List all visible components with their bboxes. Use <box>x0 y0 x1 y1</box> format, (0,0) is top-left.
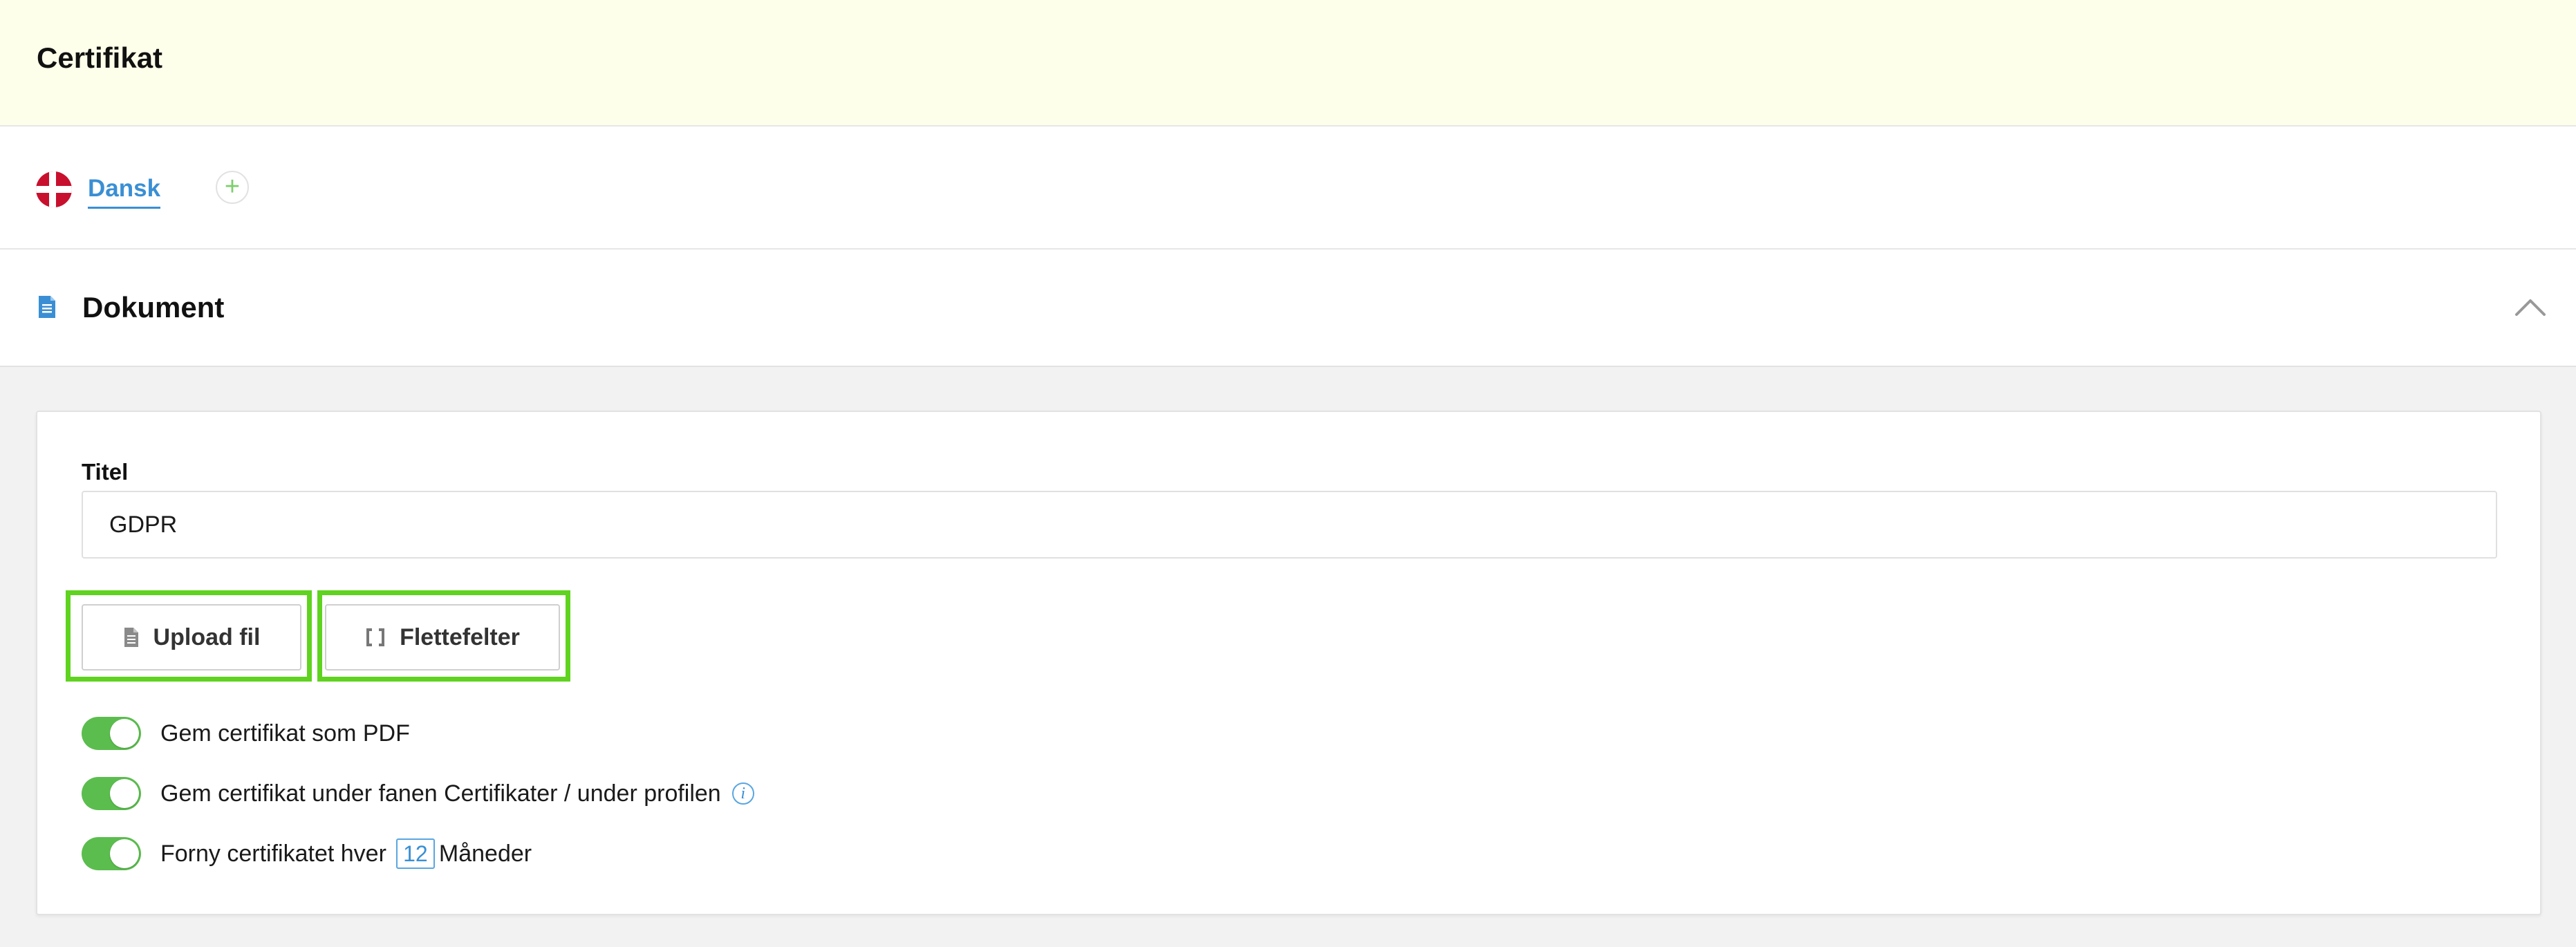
upload-file-label: Upload fil <box>153 623 261 650</box>
toggle-row-renew: Forny certifikatet hver Måneder <box>82 836 532 871</box>
renew-months-suffix: Måneder <box>438 840 532 867</box>
title-label: Titel <box>82 459 129 485</box>
document-section-title: Dokument <box>82 291 225 324</box>
merge-fields-label: Flettefelter <box>400 623 520 650</box>
page-header: Certifikat <box>0 0 2576 126</box>
toggle-row-save-pdf: Gem certifikat som PDF <box>82 716 410 751</box>
renew-label: Forny certifikatet hver <box>160 840 386 867</box>
upload-file-button[interactable]: Upload fil <box>82 604 301 671</box>
save-under-tab-label: Gem certifikat under fanen Certifikater … <box>160 780 721 807</box>
language-bar: Dansk + <box>0 126 2576 250</box>
save-under-tab-toggle[interactable] <box>82 777 141 810</box>
renew-toggle[interactable] <box>82 837 141 870</box>
language-tab-dansk[interactable]: Dansk <box>88 175 161 209</box>
page-title: Certifikat <box>37 41 163 74</box>
document-icon <box>39 296 55 318</box>
brackets-icon <box>366 628 385 646</box>
add-language-button[interactable]: + <box>216 171 249 204</box>
info-icon[interactable]: i <box>731 782 754 805</box>
title-input[interactable] <box>82 491 2497 559</box>
document-form-card: Titel Upload fil Flettefelter Gem certif… <box>36 411 2541 915</box>
chevron-up-icon[interactable] <box>2514 297 2547 317</box>
save-pdf-label: Gem certifikat som PDF <box>160 720 410 747</box>
merge-fields-button[interactable]: Flettefelter <box>325 604 560 671</box>
renew-months-input[interactable] <box>395 838 435 869</box>
toggle-row-save-under-tab: Gem certifikat under fanen Certifikater … <box>82 776 754 811</box>
document-section-header[interactable]: Dokument <box>0 250 2576 367</box>
file-icon <box>124 628 138 647</box>
save-pdf-toggle[interactable] <box>82 717 141 750</box>
danish-flag-icon <box>36 171 72 207</box>
